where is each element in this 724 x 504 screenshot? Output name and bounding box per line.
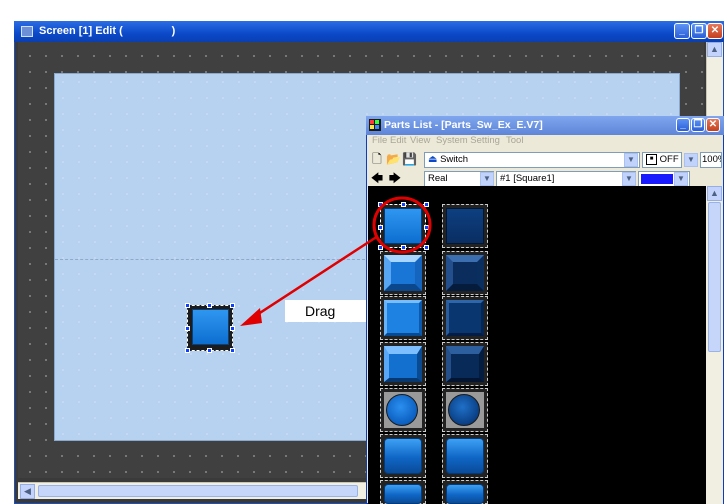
drag-arrow-line (251, 234, 379, 320)
highlight-circle (372, 196, 432, 254)
drag-annotation-overlay (240, 196, 432, 326)
drag-arrow-head (240, 308, 262, 326)
